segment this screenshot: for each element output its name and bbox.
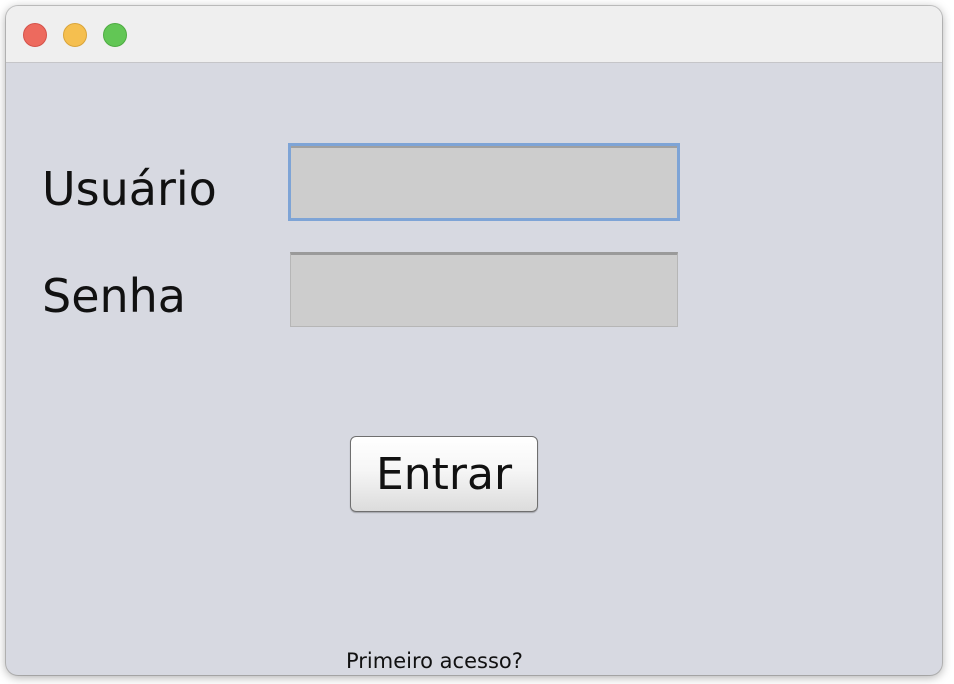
password-label: Senha — [42, 269, 186, 323]
minimize-window-button[interactable] — [63, 23, 87, 47]
close-window-button[interactable] — [23, 23, 47, 47]
first-access-link[interactable]: Primeiro acesso? — [346, 649, 523, 673]
title-bar[interactable] — [6, 6, 942, 63]
username-input[interactable] — [288, 143, 680, 221]
zoom-window-button[interactable] — [103, 23, 127, 47]
username-label: Usuário — [42, 162, 217, 216]
enter-button[interactable]: Entrar — [350, 436, 538, 512]
login-window: Usuário Senha Entrar Primeiro acesso? — [6, 6, 942, 675]
login-form: Usuário Senha Entrar Primeiro acesso? — [6, 63, 942, 675]
password-input[interactable] — [290, 252, 678, 327]
